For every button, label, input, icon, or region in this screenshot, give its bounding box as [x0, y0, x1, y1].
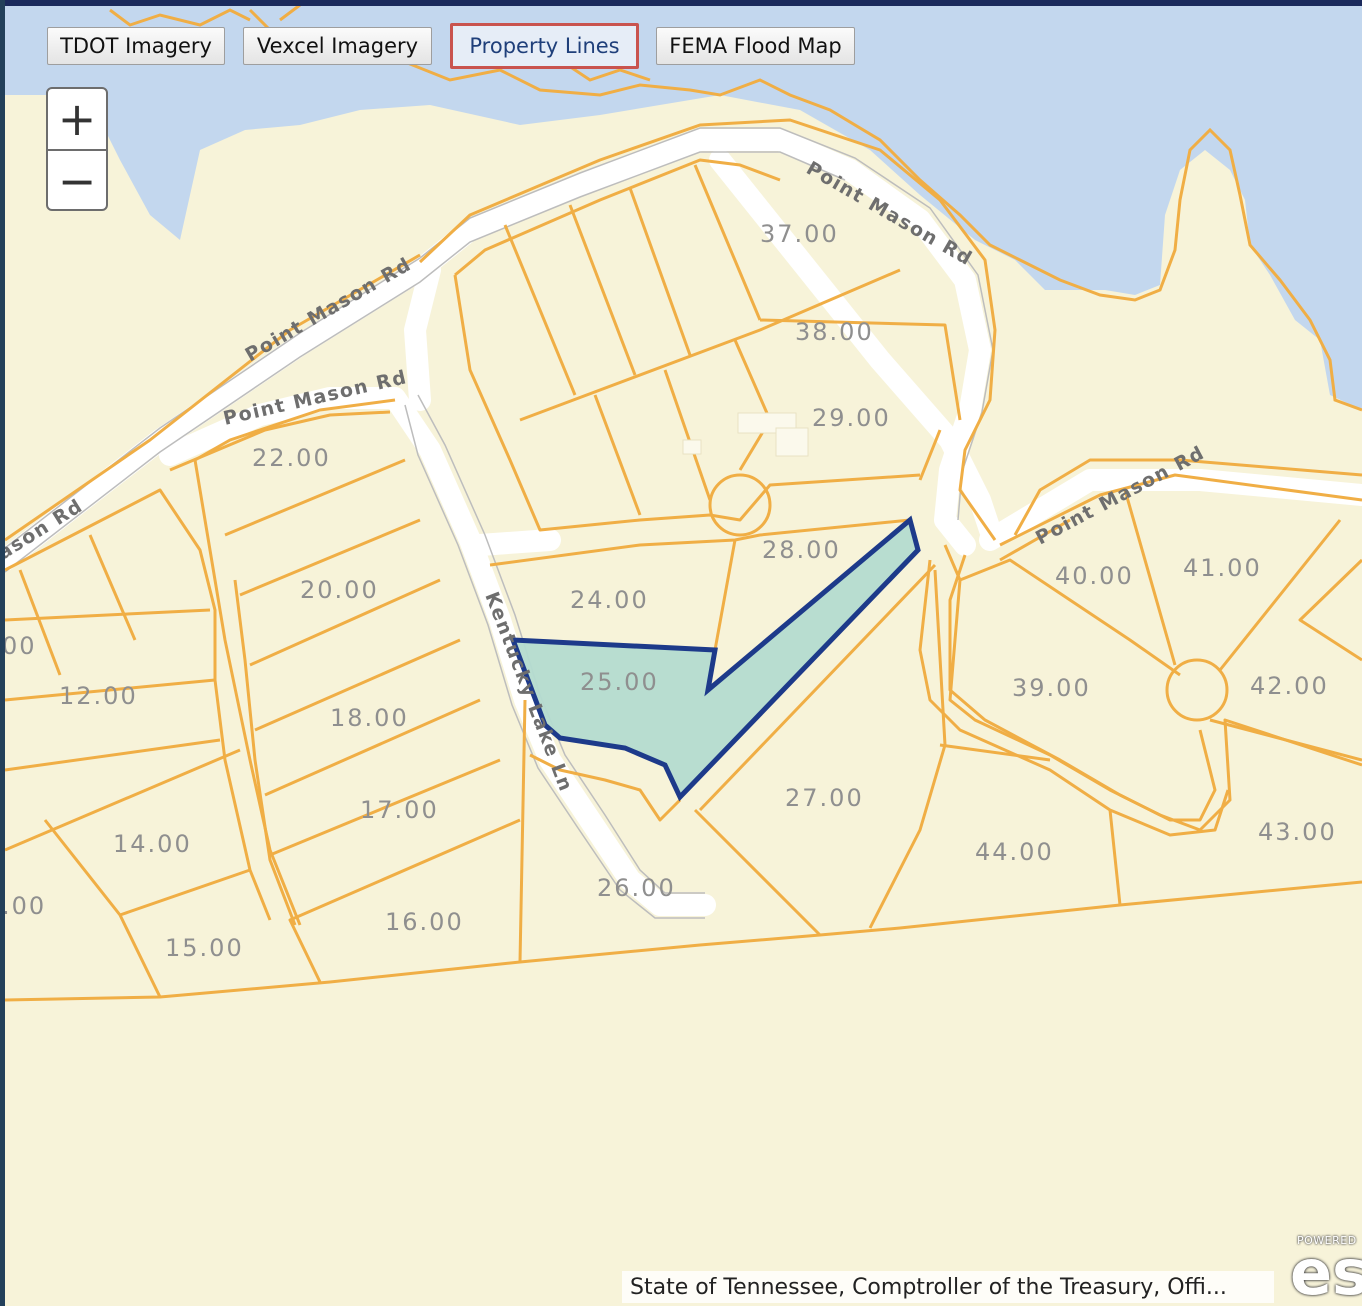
esri-wordmark: esri [1290, 1236, 1362, 1306]
parcel-label-42: 42.00 [1250, 672, 1329, 700]
parcel-label-38: 38.00 [795, 318, 874, 346]
esri-logo[interactable]: POWERED esri [1288, 1228, 1362, 1306]
parcel-label-37: 37.00 [760, 220, 839, 248]
parcel-label-25: 25.00 [580, 668, 659, 696]
parcel-label-18: 18.00 [330, 704, 409, 732]
parcel-label-15: 15.00 [165, 934, 244, 962]
parcel-label-12: 12.00 [59, 682, 138, 710]
fema-flood-map-button[interactable]: FEMA Flood Map [656, 27, 855, 65]
parcel-label-16: 16.00 [385, 908, 464, 936]
parcel-label-26: 26.00 [597, 874, 676, 902]
parcel-label-14: 14.00 [113, 830, 192, 858]
left-frame-edge [0, 0, 5, 1306]
attribution-text: State of Tennessee, Comptroller of the T… [630, 1274, 1227, 1300]
parcel-label-28: 28.00 [762, 536, 841, 564]
map-canvas[interactable]: Point Mason Rd Point Mason Rd Point Maso… [0, 0, 1362, 1306]
vexcel-imagery-button[interactable]: Vexcel Imagery [243, 27, 432, 65]
parcel-label-20: 20.00 [300, 576, 379, 604]
parcel-label-39: 39.00 [1012, 674, 1091, 702]
map-attribution: State of Tennessee, Comptroller of the T… [622, 1271, 1274, 1303]
parcel-label-44: 44.00 [975, 838, 1054, 866]
tdot-imagery-button[interactable]: TDOT Imagery [47, 27, 225, 65]
zoom-control: + − [46, 87, 108, 211]
parcel-label-27: 27.00 [785, 784, 864, 812]
parcel-label-41: 41.00 [1183, 554, 1262, 582]
property-lines-button[interactable]: Property Lines [450, 23, 639, 69]
parcel-label-edge-2: 00 [2, 632, 37, 660]
parcel-label-43: 43.00 [1258, 818, 1337, 846]
parcel-label-40: 40.00 [1055, 562, 1134, 590]
zoom-out-button[interactable]: − [48, 149, 106, 209]
parcel-label-17: 17.00 [360, 796, 439, 824]
top-frame-bar [0, 0, 1362, 6]
parcel-label-24: 24.00 [570, 586, 649, 614]
parcel-label-edge-1: .00 [2, 892, 46, 920]
parcel-label-22: 22.00 [252, 444, 331, 472]
zoom-in-button[interactable]: + [48, 89, 106, 149]
map-container[interactable]: Point Mason Rd Point Mason Rd Point Maso… [0, 0, 1362, 1306]
parcel-label-29: 29.00 [812, 404, 891, 432]
